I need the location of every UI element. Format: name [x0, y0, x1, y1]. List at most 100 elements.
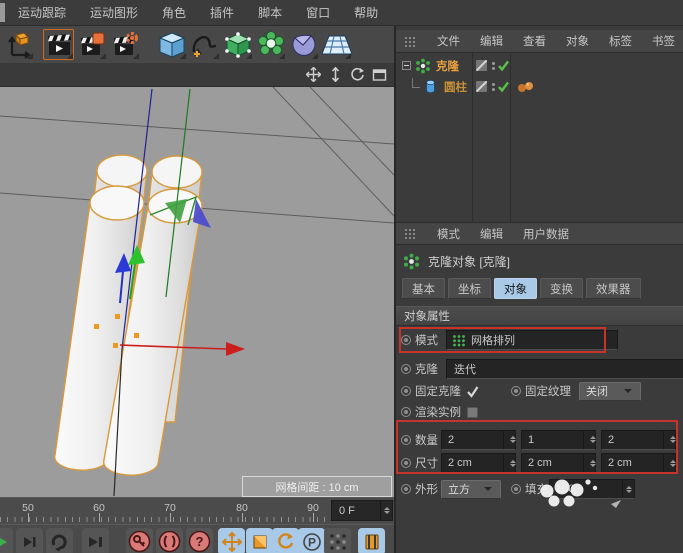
tab-object[interactable]: 对象 — [494, 278, 537, 299]
mograph-flower-icon[interactable] — [254, 28, 287, 61]
spinner-icon[interactable] — [583, 431, 595, 449]
anim-dot-icon[interactable] — [401, 407, 411, 417]
grid-array-icon — [452, 334, 466, 347]
layer-icon[interactable] — [476, 81, 487, 92]
goto-end-icon[interactable] — [82, 528, 109, 553]
tab-transform[interactable]: 变换 — [540, 278, 583, 299]
om-menu-file[interactable]: 文件 — [437, 33, 460, 49]
keyframe-parameter-icon[interactable]: P — [298, 528, 325, 553]
play-icon[interactable] — [0, 528, 13, 553]
dolly-icon[interactable] — [327, 66, 344, 83]
drag-handle-icon[interactable] — [404, 228, 417, 239]
object-row-clone[interactable]: 克隆 — [396, 55, 683, 76]
visibility-dots[interactable] — [492, 62, 495, 70]
spinner-icon[interactable] — [622, 480, 634, 498]
axis-cube-glyph — [5, 31, 33, 59]
record-question-icon[interactable]: ? — [186, 528, 213, 553]
menu-motion-tracking[interactable]: 运动跟踪 — [18, 4, 66, 21]
expander-icon[interactable] — [402, 61, 411, 70]
viewport[interactable]: 网格间距 : 10 cm — [0, 87, 394, 497]
motion-cube-icon[interactable] — [75, 28, 108, 61]
enable-check-icon[interactable] — [497, 80, 510, 93]
tab-coordinates[interactable]: 坐标 — [448, 278, 491, 299]
menu-script[interactable]: 脚本 — [258, 4, 282, 21]
rotate-icon[interactable] — [349, 66, 366, 83]
count-x-field[interactable]: 2 — [441, 430, 516, 450]
om-menu-tags[interactable]: 标签 — [609, 33, 632, 49]
menu-character[interactable]: 角色 — [162, 4, 186, 21]
spinner-icon[interactable] — [663, 454, 675, 472]
autokey-film-icon[interactable] — [358, 528, 385, 553]
motion-gear-icon[interactable] — [108, 28, 141, 61]
spinner-icon[interactable] — [503, 431, 515, 449]
attribute-title: 克隆对象 [克隆] — [396, 246, 683, 276]
anim-dot-icon[interactable] — [401, 458, 411, 468]
anim-dot-icon[interactable] — [401, 364, 411, 374]
am-menu-edit[interactable]: 编辑 — [480, 226, 503, 242]
om-menu-object[interactable]: 对象 — [566, 33, 589, 49]
step-forward-icon[interactable] — [16, 528, 43, 553]
mode-dropdown[interactable]: 网格排列 — [446, 330, 618, 350]
record-key-icon[interactable] — [126, 528, 153, 553]
deformer-sphere-icon[interactable] — [287, 28, 320, 61]
x-axis-arrow[interactable] — [226, 342, 245, 356]
size-x-field[interactable]: 2 cm — [441, 453, 516, 473]
anim-dot-icon[interactable] — [511, 484, 521, 494]
edit-mesh-icon[interactable] — [221, 28, 254, 61]
menu-plugins[interactable]: 插件 — [210, 4, 234, 21]
frame-spinner[interactable] — [380, 501, 392, 520]
om-menu-bookmarks[interactable]: 书签 — [652, 33, 675, 49]
axis-cube-icon[interactable] — [2, 28, 35, 61]
current-frame-field[interactable]: 0 F — [331, 500, 393, 521]
anim-dot-icon[interactable] — [511, 386, 521, 396]
tab-basic[interactable]: 基本 — [402, 278, 445, 299]
maximize-icon[interactable] — [371, 66, 388, 83]
spline-pen-icon[interactable] — [188, 28, 221, 61]
keyframe-box-icon[interactable] — [246, 528, 273, 553]
visibility-dots[interactable] — [492, 83, 495, 91]
section-object-properties[interactable]: 对象属性 — [396, 306, 683, 326]
clones-dropdown[interactable]: 迭代 — [446, 359, 683, 379]
pan-icon[interactable] — [305, 66, 322, 83]
form-dropdown[interactable]: 立方 — [441, 480, 501, 499]
anim-dot-icon[interactable] — [401, 386, 411, 396]
fix-texture-dropdown[interactable]: 关闭 — [579, 382, 641, 401]
om-menu-view[interactable]: 查看 — [523, 33, 546, 49]
spinner-icon[interactable] — [503, 454, 515, 472]
object-name[interactable]: 克隆 — [436, 58, 459, 74]
fix-clone-checkbox[interactable] — [466, 385, 479, 398]
orange-spheres-tag[interactable] — [517, 81, 535, 93]
anim-dot-icon[interactable] — [401, 484, 411, 494]
menu-mograph[interactable]: 运动图形 — [90, 4, 138, 21]
keyframe-dots-icon[interactable] — [324, 528, 351, 553]
clapperboard-glyph — [45, 31, 73, 59]
am-menu-mode[interactable]: 模式 — [437, 226, 460, 242]
model-cube-icon[interactable] — [155, 28, 188, 61]
object-name[interactable]: 圆柱 — [444, 79, 467, 95]
tab-effectors[interactable]: 效果器 — [586, 278, 641, 299]
render-instances-checkbox[interactable] — [467, 407, 478, 418]
loop-icon[interactable] — [46, 528, 73, 553]
anim-dot-icon[interactable] — [401, 335, 411, 345]
size-z-field[interactable]: 2 cm — [601, 453, 676, 473]
record-parens-icon[interactable] — [156, 528, 183, 553]
keyframe-rotate-icon[interactable] — [272, 528, 299, 553]
enable-check-icon[interactable] — [497, 59, 510, 72]
object-row-cylinder[interactable]: 圆柱 — [396, 76, 683, 97]
count-z-field[interactable]: 2 — [601, 430, 676, 450]
menu-window[interactable]: 窗口 — [306, 4, 330, 21]
count-y-field[interactable]: 1 — [521, 430, 596, 450]
drag-handle-icon[interactable] — [404, 36, 417, 47]
size-y-field[interactable]: 2 cm — [521, 453, 596, 473]
floor-grid-icon[interactable] — [320, 28, 353, 61]
menu-help[interactable]: 帮助 — [354, 4, 378, 21]
layer-icon[interactable] — [476, 60, 487, 71]
motion-clip-icon[interactable] — [42, 28, 75, 61]
spinner-icon[interactable] — [663, 431, 675, 449]
am-menu-userdata[interactable]: 用户数据 — [523, 226, 569, 242]
anim-dot-icon[interactable] — [401, 435, 411, 445]
keyframe-move-icon[interactable] — [218, 528, 245, 553]
om-menu-edit[interactable]: 编辑 — [480, 33, 503, 49]
size-row: 尺寸 2 cm 2 cm 2 cm — [396, 452, 683, 474]
spinner-icon[interactable] — [583, 454, 595, 472]
